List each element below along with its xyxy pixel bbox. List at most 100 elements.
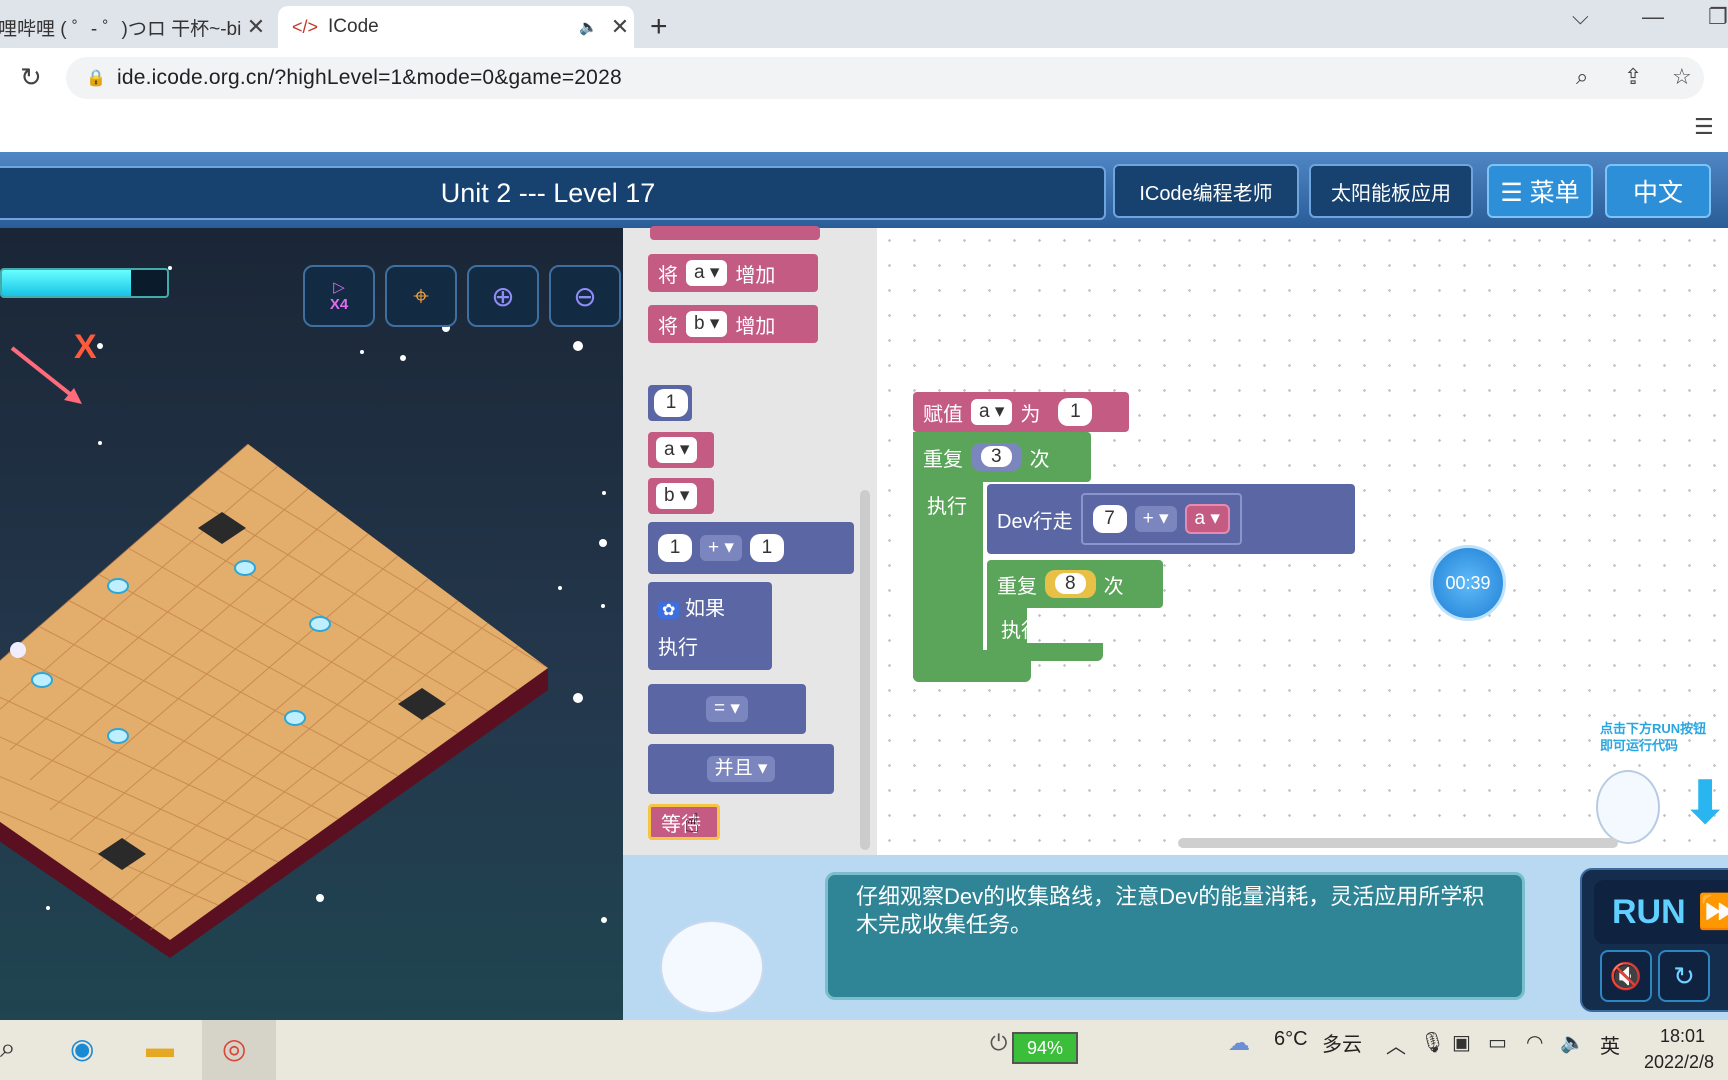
axis-label: X — [74, 328, 97, 366]
weather-icon: ☁ — [1228, 1030, 1250, 1055]
close-tab-icon[interactable]: ✕ — [606, 14, 634, 40]
block-increment-b[interactable]: 将 b ▾ 增加 — [648, 305, 818, 343]
block-increment-a[interactable]: 将 a ▾ 增加 — [648, 254, 818, 292]
new-tab-button[interactable]: + — [650, 10, 668, 44]
number-value[interactable]: 1 — [654, 389, 688, 417]
block-number[interactable]: 1 — [648, 385, 692, 421]
solar-panel-button[interactable]: 太阳能板应用 — [1309, 164, 1473, 218]
speaker-icon[interactable]: 🔈 — [579, 18, 598, 36]
close-tab-icon[interactable]: ✕ — [242, 14, 270, 40]
block-math[interactable]: 1 + ▾ 1 — [648, 522, 854, 574]
block-text: 增加 — [735, 315, 776, 338]
run-button[interactable]: RUN ⏩ — [1594, 880, 1728, 944]
edge-icon[interactable]: ◉ — [70, 1032, 94, 1065]
weather-desc[interactable]: 多云 — [1322, 1028, 1362, 1057]
if-do-label: 执行 — [658, 637, 698, 659]
block-logic[interactable]: 并且 ▾ — [648, 744, 834, 794]
var-dropdown[interactable]: a ▾ — [686, 260, 728, 286]
compare-op-dropdown[interactable]: = ▾ — [706, 696, 748, 722]
math-right[interactable]: 1 — [749, 534, 784, 562]
wifi-icon[interactable]: ◠ — [1526, 1030, 1543, 1055]
run-hint: 点击下方RUN按钮 即可运行代码 — [1600, 720, 1728, 754]
battery-icon[interactable]: ▭ — [1488, 1030, 1507, 1055]
battery-indicator[interactable]: 94% — [1012, 1032, 1078, 1064]
mute-button[interactable]: 🔇 — [1600, 950, 1652, 1002]
energy-bar — [0, 268, 169, 298]
display-icon[interactable]: ▣ — [1452, 1030, 1471, 1055]
block-var-b[interactable]: b ▾ — [648, 478, 714, 514]
repeat-inner-do: 执行 — [1001, 620, 1041, 642]
logic-op-dropdown[interactable]: 并且 ▾ — [706, 756, 776, 782]
block-repeat-outer[interactable]: 重复 3 次 — [913, 432, 1091, 482]
tip-text: 仔细观察Dev的收集路线，注意Dev的能量消耗，灵活应用所学积木完成收集任务。 — [825, 872, 1525, 1000]
var-dropdown[interactable]: b ▾ — [686, 311, 728, 337]
chevron-up-icon[interactable]: ︿ — [1386, 1030, 1406, 1059]
move-expression[interactable]: 7 + ▾ a ▾ — [1080, 493, 1242, 545]
zoom-in-button[interactable]: ⊕ — [467, 265, 539, 327]
block-compare[interactable]: = ▾ — [648, 684, 806, 734]
reload-icon[interactable]: ↻ — [20, 62, 42, 93]
tab-search-icon[interactable]: ⌵ — [1572, 4, 1589, 30]
fast-forward-icon: ⏩ — [1697, 893, 1728, 931]
file-explorer-icon[interactable]: ▬ — [146, 1032, 174, 1064]
weather-temp[interactable]: 6°C — [1274, 1028, 1308, 1051]
share-icon[interactable]: ⇪ — [1624, 64, 1642, 90]
repeat-count[interactable]: 3 — [971, 443, 1022, 471]
expr-var-dropdown[interactable]: a ▾ — [1184, 504, 1230, 534]
zoom-icon[interactable]: ⌕ — [1576, 64, 1588, 90]
lock-icon[interactable]: 🔒 — [86, 68, 106, 88]
level-title: Unit 2 --- Level 17 — [0, 166, 1106, 220]
zoom-out-button[interactable]: ⊖ — [549, 265, 621, 327]
reset-button[interactable]: ↻ — [1658, 950, 1710, 1002]
axis-arrow — [10, 346, 77, 400]
chrome-icon[interactable]: ◎ — [222, 1032, 246, 1065]
gear-icon[interactable]: ✿ — [658, 602, 680, 619]
maximize-icon[interactable]: ❐ — [1708, 4, 1728, 30]
block-text: Dev行走 — [997, 510, 1073, 533]
clock-time[interactable]: 18:01 — [1660, 1026, 1705, 1047]
expr-left[interactable]: 7 — [1092, 505, 1127, 533]
mute-icon: 🔇 — [1609, 960, 1643, 991]
minimize-icon[interactable]: — — [1642, 4, 1664, 30]
energy-fill — [2, 270, 131, 296]
mascot-robot — [1596, 770, 1660, 844]
var-dropdown[interactable]: b ▾ — [656, 483, 698, 509]
var-dropdown[interactable]: a ▾ — [656, 437, 698, 463]
block-repeat-inner[interactable]: 重复 8 次 — [987, 560, 1163, 608]
tab-title: ICode — [328, 16, 379, 37]
clock-date[interactable]: 2022/2/8 — [1644, 1052, 1714, 1073]
down-arrow-icon: ⬇ — [1680, 769, 1728, 836]
var-dropdown[interactable]: a ▾ — [971, 399, 1013, 425]
expr-op-dropdown[interactable]: + ▾ — [1134, 506, 1177, 532]
block-var-a[interactable]: a ▾ — [648, 432, 714, 468]
game-view[interactable]: X — [0, 228, 623, 1020]
block-assign-partial[interactable] — [650, 226, 820, 240]
repeat-count[interactable]: 8 — [1045, 570, 1096, 598]
math-left[interactable]: 1 — [658, 534, 692, 562]
assign-value[interactable]: 1 — [1058, 398, 1093, 426]
teacher-button[interactable]: ICode编程老师 — [1113, 164, 1299, 218]
map-button[interactable]: ⌖ — [385, 265, 457, 327]
reading-list-icon[interactable]: ☰ — [1694, 114, 1714, 140]
speed-x4-button[interactable]: ▷ X4 — [303, 265, 375, 327]
search-icon[interactable]: ⌕ — [0, 1032, 16, 1065]
menu-button[interactable]: ☰ 菜单 — [1487, 164, 1593, 218]
mic-icon[interactable]: 🎙 — [1420, 1030, 1445, 1055]
workspace-scrollbar[interactable] — [1178, 838, 1618, 848]
math-op-dropdown[interactable]: + ▾ — [700, 535, 742, 561]
tab-icode[interactable]: </> ICode 🔈 ✕ — [278, 6, 634, 48]
block-text: 重复 — [997, 575, 1037, 598]
bookmark-star-icon[interactable]: ☆ — [1672, 64, 1692, 90]
block-if[interactable]: ✿ 如果 执行 — [648, 582, 772, 670]
block-dev-move[interactable]: Dev行走 7 + ▾ a ▾ — [987, 484, 1355, 554]
game-scene: X — [0, 266, 607, 958]
run-hint-line: 即可运行代码 — [1600, 738, 1679, 753]
block-assign[interactable]: 赋值 a ▾ 为 1 — [913, 392, 1129, 432]
ime-indicator[interactable]: 英 — [1600, 1030, 1620, 1059]
volume-icon[interactable]: 🔈 — [1560, 1030, 1585, 1055]
language-button[interactable]: 中文 — [1605, 164, 1711, 218]
url-text[interactable]: ide.icode.org.cn/?highLevel=1&mode=0&gam… — [117, 66, 622, 90]
toolbox-scrollbar[interactable] — [860, 490, 870, 850]
tab-bilibili[interactable]: 哩哔哩 ( ゜- ゜)つロ 干杯~-bilil ✕ — [0, 6, 270, 48]
map-pin-icon: ⌖ — [413, 279, 429, 311]
